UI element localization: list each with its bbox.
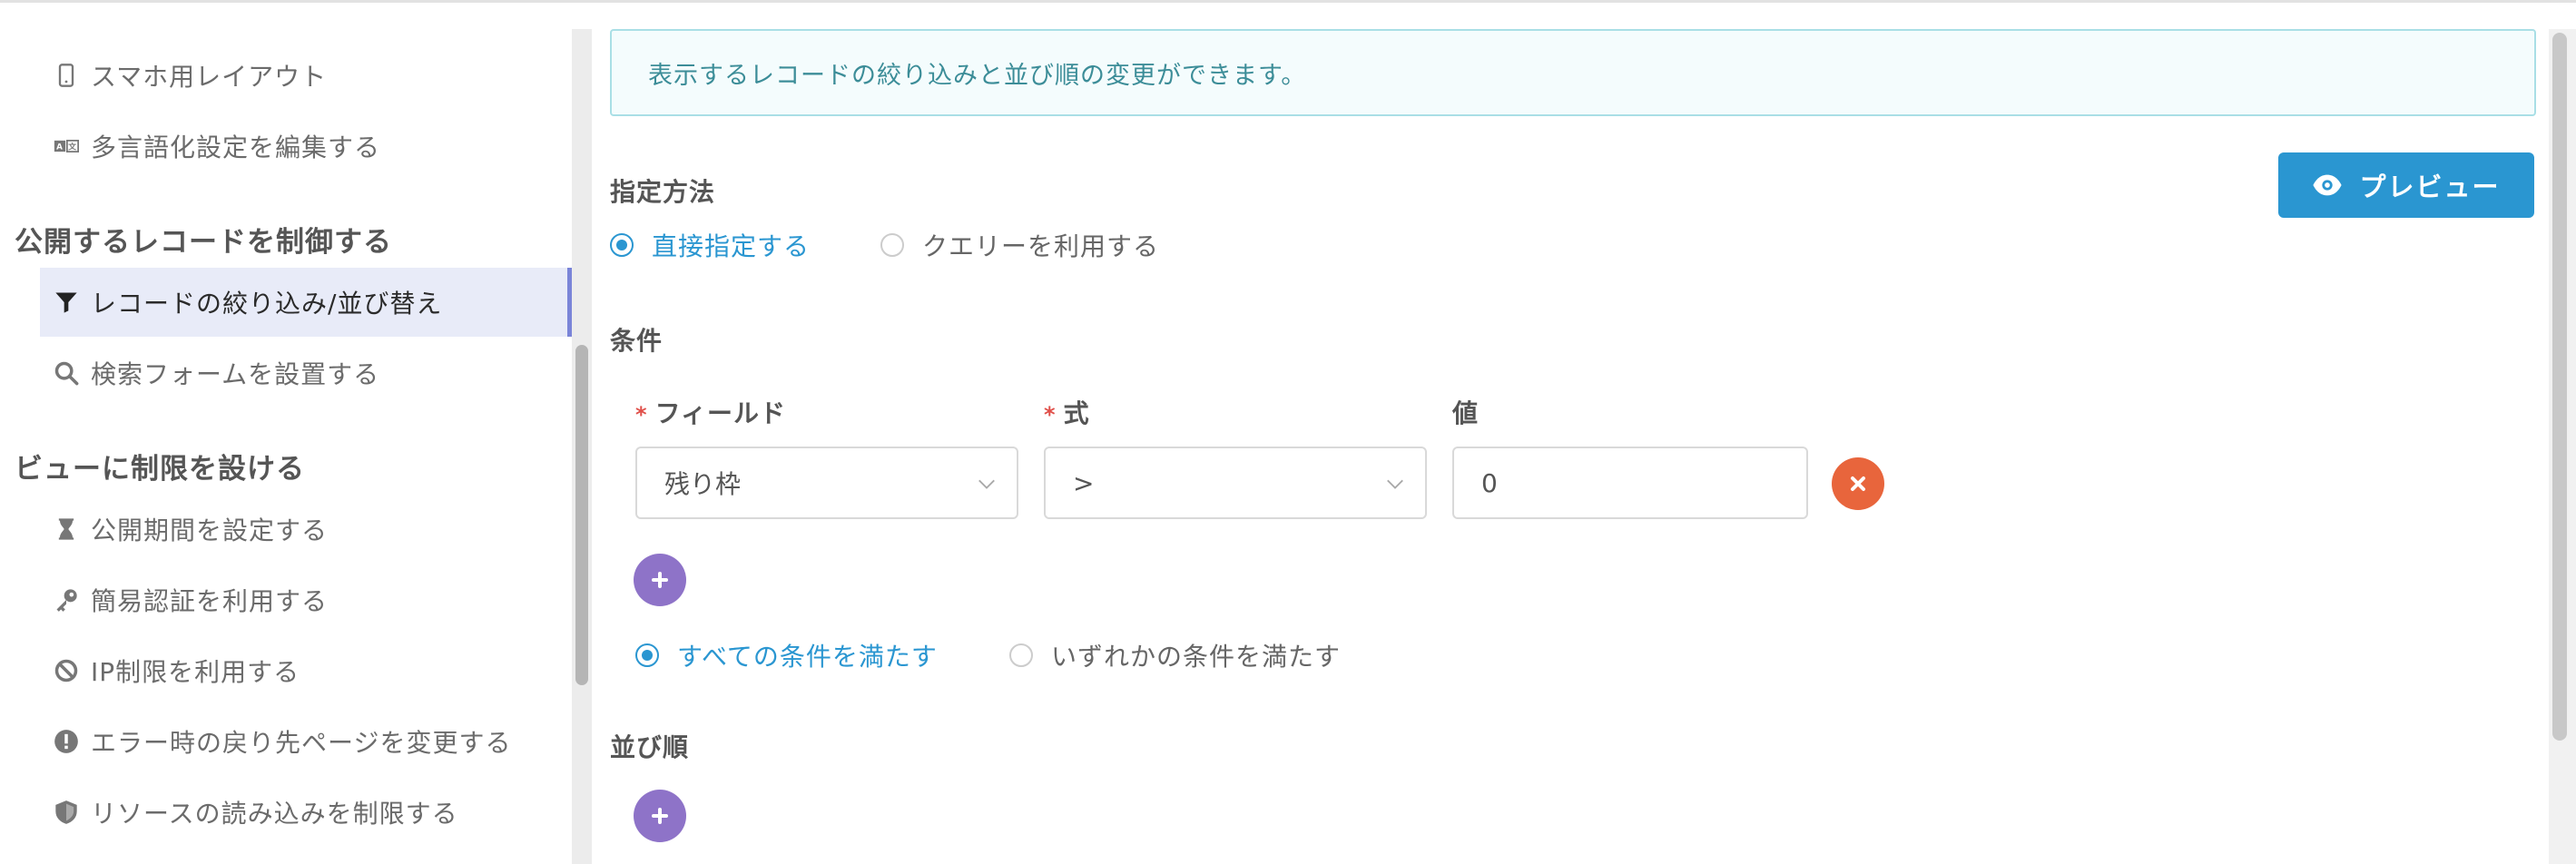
radio-label: いずれかの条件を満たす [1051,642,1342,672]
sidebar-scrollbar-thumb[interactable] [575,345,588,685]
plus-icon [652,808,668,824]
sidebar-item-label: 公開期間を設定する [91,515,329,545]
field-header: * フィールド [635,394,786,430]
conditions-label: 条件 [610,326,664,356]
sidebar-item-publish-period[interactable]: 公開期間を設定する [40,495,572,564]
sidebar-item-label: 検索フォームを設置する [91,359,380,389]
sidebar-item-multilingual[interactable]: A文 多言語化設定を編集する [40,112,572,181]
required-mark: * [1044,402,1057,427]
sidebar-item-basic-auth[interactable]: 簡易認証を利用する [40,565,572,634]
filter-icon [51,287,82,318]
sidebar-item-label: レコードの絞り込み/並び替え [91,289,443,319]
section-heading-records: 公開するレコードを制御する [15,226,392,259]
sidebar-item-smartphone-layout[interactable]: スマホ用レイアウト [40,41,572,110]
main-scrollbar-thumb[interactable] [2552,33,2567,741]
radio-match-any[interactable]: いずれかの条件を満たす [1009,637,1341,673]
value-input-text: 0 [1481,467,1498,498]
preview-button-label: プレビュー [2359,172,2501,202]
op-header: * 式 [1044,394,1090,430]
radio-match-all[interactable]: すべての条件を満たす [635,637,938,673]
search-icon [51,358,82,388]
add-condition-button[interactable] [634,554,686,606]
radio-dot [610,233,634,257]
sidebar-item-filter-sort[interactable]: レコードの絞り込み/並び替え [40,268,572,337]
svg-text:A: A [56,143,64,152]
preview-button[interactable]: プレビュー [2278,152,2534,218]
key-icon [51,584,82,615]
svg-text:文: 文 [68,142,77,152]
sidebar-item-ip-restriction[interactable]: IP制限を利用する [40,636,572,705]
sidebar: スマホ用レイアウト A文 多言語化設定を編集する 公開するレコードを制御する レ… [0,3,572,864]
radio-label: クエリーを利用する [922,231,1160,261]
op-header-text: 式 [1063,398,1090,428]
radio-label: すべての条件を満たす [677,642,938,672]
operator-select-value: > [1073,467,1095,498]
sidebar-item-label: リソースの読み込みを制限する [91,799,458,829]
alert-icon [51,726,82,757]
radio-label: 直接指定する [652,231,811,261]
value-input[interactable]: 0 [1452,447,1808,519]
radio-dot [1009,643,1033,667]
value-header: 値 [1452,398,1480,428]
eye-icon [2313,174,2343,196]
field-select[interactable]: 残り枠 [635,447,1018,519]
sidebar-item-label: エラー時の戻り先ページを変更する [91,728,512,758]
shield-icon [51,797,82,828]
sidebar-item-label: 多言語化設定を編集する [91,133,381,162]
smartphone-icon [51,60,82,91]
sidebar-item-search-form[interactable]: 検索フォームを設置する [40,339,572,407]
required-mark: * [635,402,648,427]
radio-query[interactable]: クエリーを利用する [880,227,1159,263]
radio-direct[interactable]: 直接指定する [610,227,810,263]
section-heading-restrictions: ビューに制限を設ける [15,453,305,486]
sidebar-item-label: スマホ用レイアウト [91,62,328,92]
operator-select[interactable]: > [1044,447,1427,519]
ban-icon [51,655,82,686]
radio-dot [880,233,904,257]
method-label: 指定方法 [610,177,716,207]
translate-icon: A文 [51,131,82,162]
remove-condition-button[interactable] [1832,457,1884,510]
field-select-value: 残り枠 [664,469,742,499]
add-sort-button[interactable] [634,790,686,842]
sidebar-item-resource-restriction[interactable]: リソースの読み込みを制限する [40,778,572,847]
hourglass-icon [51,514,82,545]
sidebar-item-label: 簡易認証を利用する [91,586,329,616]
plus-icon [652,572,668,588]
sidebar-item-error-return[interactable]: エラー時の戻り先ページを変更する [40,707,572,776]
sidebar-item-label: IP制限を利用する [91,657,300,687]
field-header-text: フィールド [654,398,787,428]
radio-dot [635,643,659,667]
chevron-down-icon [978,479,995,489]
close-icon [1851,476,1865,491]
sort-label: 並び順 [610,732,690,762]
chevron-down-icon [1387,479,1403,489]
info-message: 表示するレコードの絞り込みと並び順の変更ができます。 [610,29,2536,116]
